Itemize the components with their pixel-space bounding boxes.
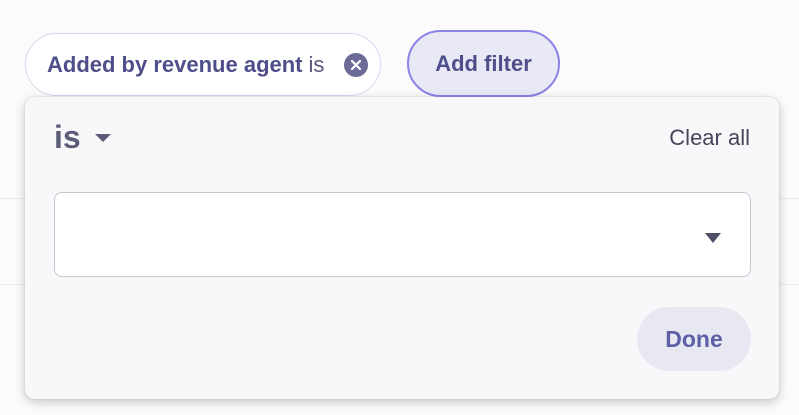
caret-down-icon [94, 130, 112, 148]
caret-down-icon [704, 231, 722, 249]
value-select[interactable] [54, 192, 751, 277]
clear-all-link[interactable]: Clear all [669, 125, 750, 151]
add-filter-button[interactable]: Add filter [407, 30, 560, 97]
filter-chip[interactable]: Added by revenue agent is [25, 33, 381, 96]
filter-chip-operator: is [308, 51, 325, 77]
operator-select[interactable]: is [54, 119, 112, 155]
close-circle-icon[interactable] [344, 53, 368, 77]
done-button[interactable]: Done [637, 307, 751, 371]
filter-page: Added by revenue agent is Add filter is … [0, 0, 799, 415]
filter-popover: is Clear all Done [25, 97, 779, 399]
filter-chip-field: Added by revenue agent [47, 51, 303, 77]
operator-value: is [54, 119, 81, 155]
